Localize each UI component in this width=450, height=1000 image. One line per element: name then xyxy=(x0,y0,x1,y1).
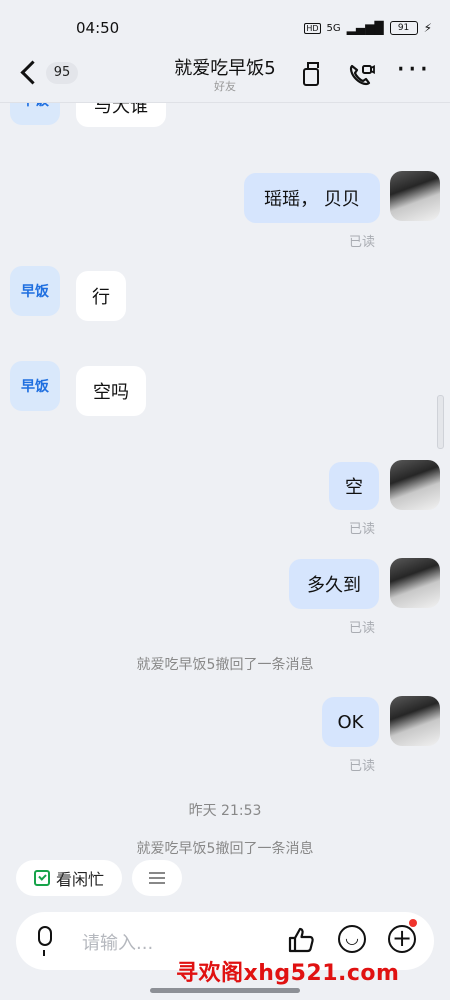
signal-icon: ▂▄▆█ xyxy=(346,21,384,35)
system-message: 就爱吃早饭5撤回了一条消息 xyxy=(136,657,314,673)
network-label: 5G xyxy=(326,22,341,34)
message-text: 空吗 xyxy=(93,382,129,403)
status-chip[interactable]: 看闲忙 xyxy=(16,860,122,896)
video-call-icon[interactable] xyxy=(346,60,376,90)
message-bubble-me[interactable]: OK xyxy=(322,697,379,747)
menu-lines-icon xyxy=(149,872,165,884)
status-icons: HD 5G ▂▄▆█ 91 ⚡ xyxy=(304,21,432,35)
thumbs-up-svg xyxy=(288,927,314,953)
read-receipt: 已读 xyxy=(349,621,376,636)
chat-subtitle: 好友 xyxy=(214,80,236,93)
message-bubble-me[interactable]: 瑶瑶， 贝贝 xyxy=(244,173,380,223)
thumbs-up-icon[interactable] xyxy=(286,925,316,955)
my-avatar[interactable] xyxy=(390,171,440,221)
home-indicator[interactable] xyxy=(150,988,300,993)
charging-icon: ⚡ xyxy=(423,21,432,35)
calendar-check-icon xyxy=(33,870,50,886)
message-bubble-peer[interactable]: 与犬谁 xyxy=(76,103,166,127)
notification-dot xyxy=(409,919,417,927)
message-text: 瑶瑶， 贝贝 xyxy=(264,189,360,210)
system-message: 就爱吃早饭5撤回了一条消息 xyxy=(136,841,314,857)
message-list[interactable]: 早饭 与犬谁 瑶瑶， 贝贝 已读 早饭 行 早饭 空吗 空 已读 多久到 已读 … xyxy=(0,103,450,893)
status-chip-label: 看闲忙 xyxy=(55,870,104,889)
my-avatar[interactable] xyxy=(390,460,440,510)
peer-avatar[interactable]: 早饭 xyxy=(10,361,60,411)
peer-avatar-label: 早饭 xyxy=(21,284,49,300)
my-avatar[interactable] xyxy=(390,558,440,608)
peer-avatar[interactable]: 早饭 xyxy=(10,266,60,316)
battery-level: 91 xyxy=(397,23,410,33)
message-text: 与犬谁 xyxy=(94,103,148,117)
peer-avatar-label: 早饭 xyxy=(21,379,49,395)
peer-avatar-label: 早饭 xyxy=(21,103,49,110)
phone-video-icon xyxy=(349,64,375,86)
message-bubble-me[interactable]: 空 xyxy=(329,462,379,510)
message-bubble-peer[interactable]: 空吗 xyxy=(76,366,146,416)
chat-title: 就爱吃早饭5 xyxy=(174,58,276,79)
emoji-icon[interactable]: ◡ xyxy=(338,925,366,953)
quick-menu-chip[interactable] xyxy=(132,860,182,896)
scrollbar-thumb[interactable] xyxy=(437,395,444,449)
message-bubble-me[interactable]: 多久到 xyxy=(289,559,379,609)
message-input-placeholder[interactable]: 请输入... xyxy=(82,929,153,955)
microphone-icon[interactable] xyxy=(38,926,52,956)
message-bubble-peer[interactable]: 行 xyxy=(76,271,126,321)
status-time: 04:50 xyxy=(76,19,120,37)
plus-icon[interactable]: + xyxy=(388,925,416,953)
watermark-text: 寻欢阁xhg521.com xyxy=(176,961,400,986)
message-text: 多久到 xyxy=(307,575,361,596)
hd-icon: HD xyxy=(304,22,321,34)
message-text: 行 xyxy=(92,287,110,308)
read-receipt: 已读 xyxy=(349,759,376,774)
peer-avatar[interactable]: 早饭 xyxy=(10,103,60,125)
clear-trash-icon[interactable] xyxy=(298,60,328,90)
message-text: 空 xyxy=(345,477,363,498)
time-divider: 昨天 21:53 xyxy=(188,803,262,819)
my-avatar[interactable] xyxy=(390,696,440,746)
read-receipt: 已读 xyxy=(349,522,376,537)
battery-icon: 91 xyxy=(389,21,418,35)
chat-header: 95 就爱吃早饭5 好友 ··· xyxy=(0,48,450,100)
more-options-icon[interactable]: ··· xyxy=(396,55,429,90)
read-receipt: 已读 xyxy=(349,235,376,250)
message-text: OK xyxy=(337,711,364,733)
